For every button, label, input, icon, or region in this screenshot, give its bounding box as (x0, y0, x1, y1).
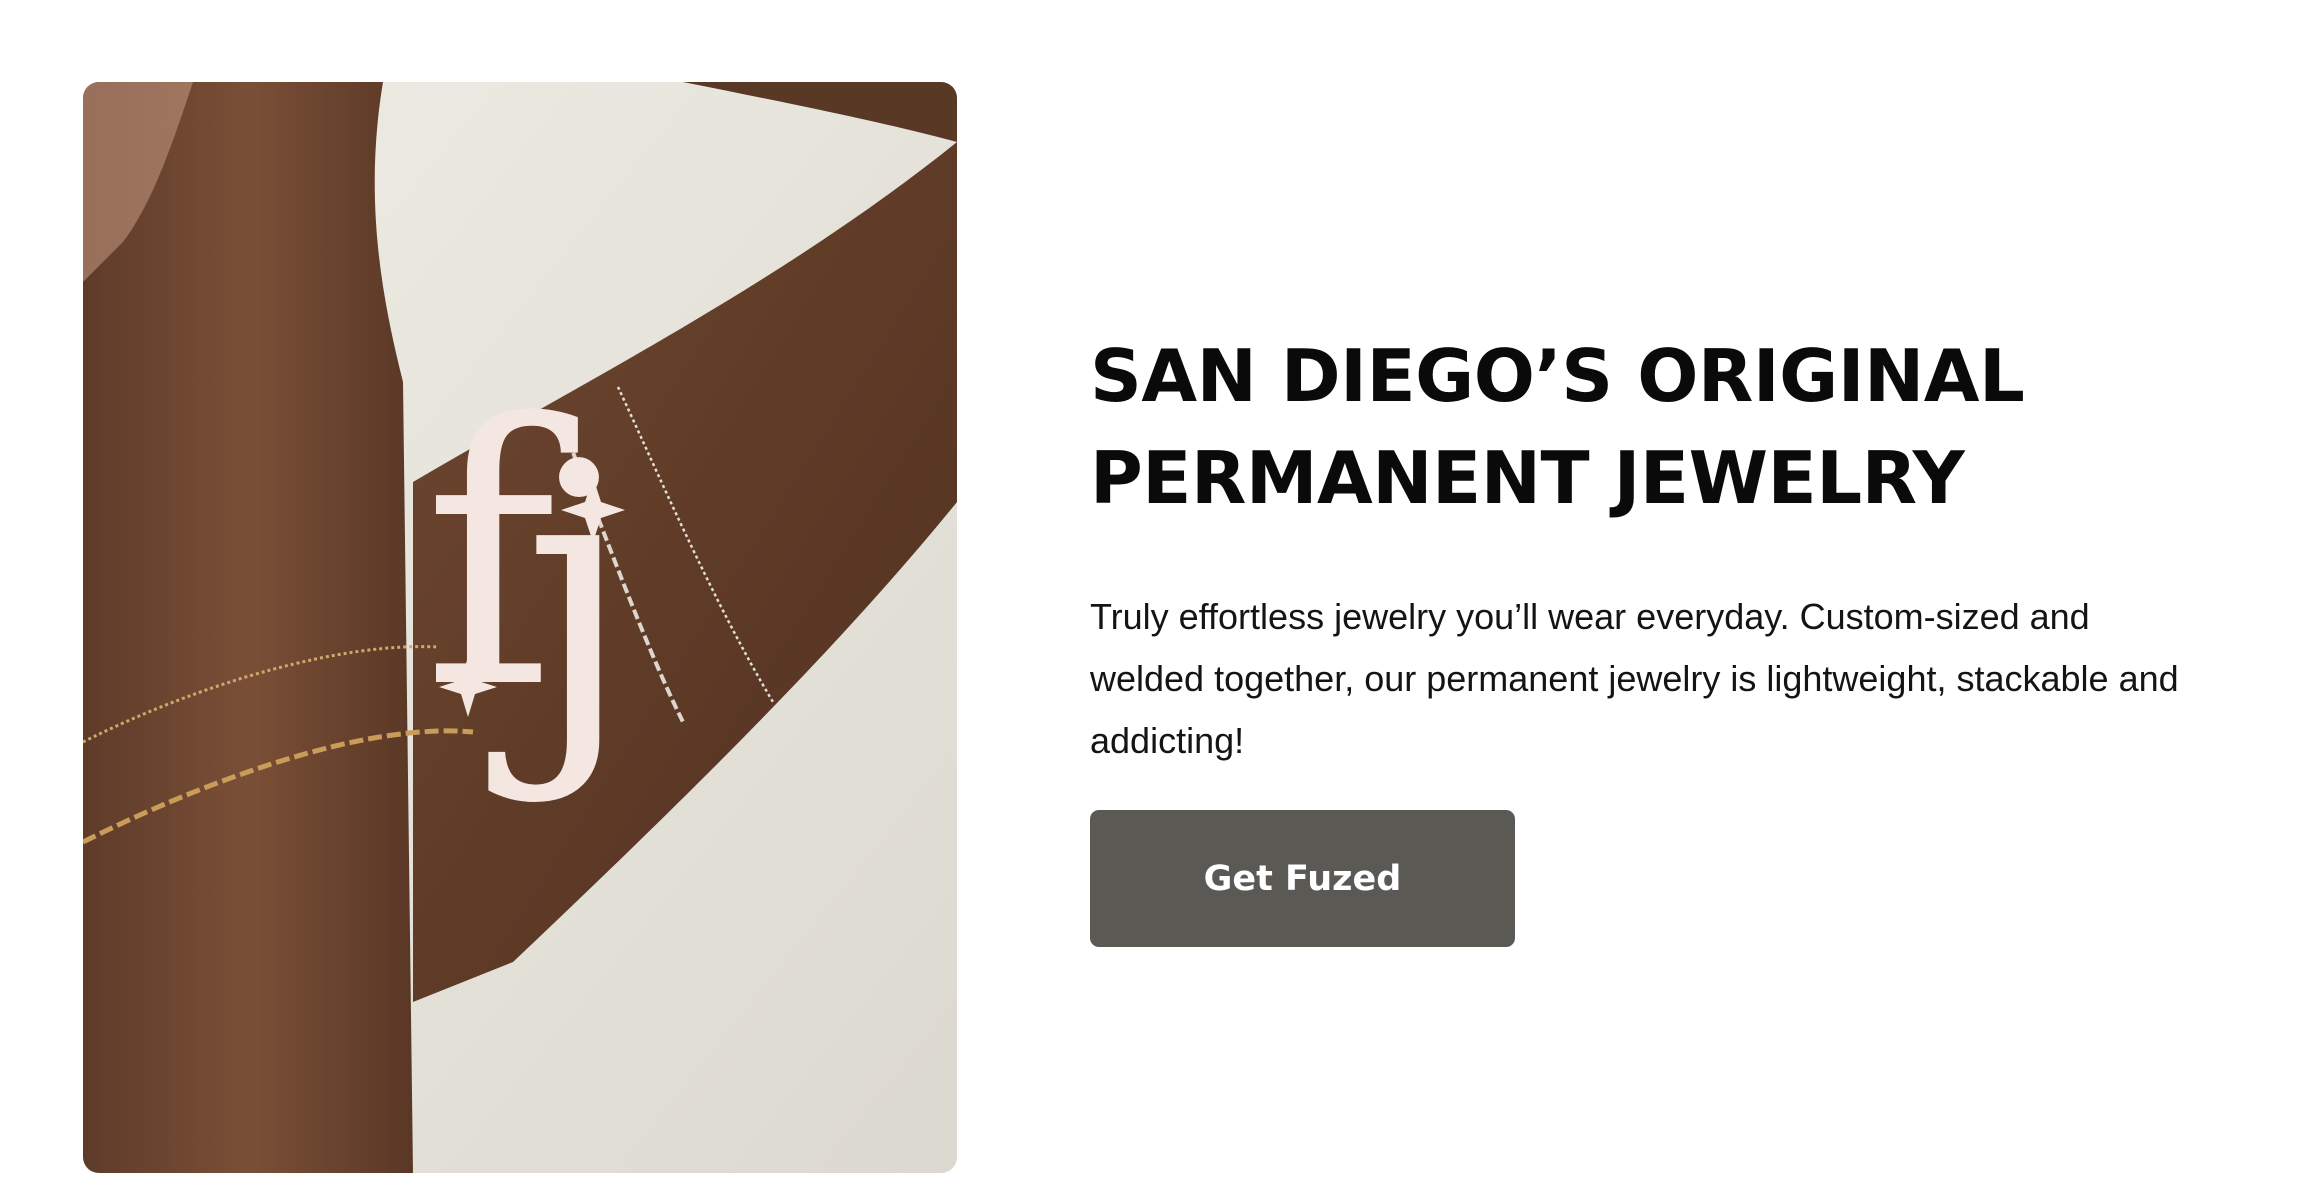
hero-section: f j SAN DIEGO’S ORIGINAL PERMANENT JEWEL… (0, 0, 2310, 1202)
hero-photo: f j (83, 82, 957, 1173)
hero-description: Truly effortless jewelry you’ll wear eve… (1090, 596, 2179, 761)
headline-line-2: PERMANENT JEWELRY (1090, 436, 1965, 520)
fj-logo: f j (423, 348, 635, 807)
hero-content: SAN DIEGO’S ORIGINAL PERMANENT JEWELRY T… (1090, 325, 2240, 947)
get-fuzed-button[interactable]: Get Fuzed (1090, 810, 1515, 947)
headline-line-1: SAN DIEGO’S ORIGINAL (1090, 334, 2025, 418)
page-title: SAN DIEGO’S ORIGINAL PERMANENT JEWELRY (1090, 325, 2240, 529)
get-fuzed-label: Get Fuzed (1203, 858, 1402, 899)
left-arm (83, 82, 413, 1173)
